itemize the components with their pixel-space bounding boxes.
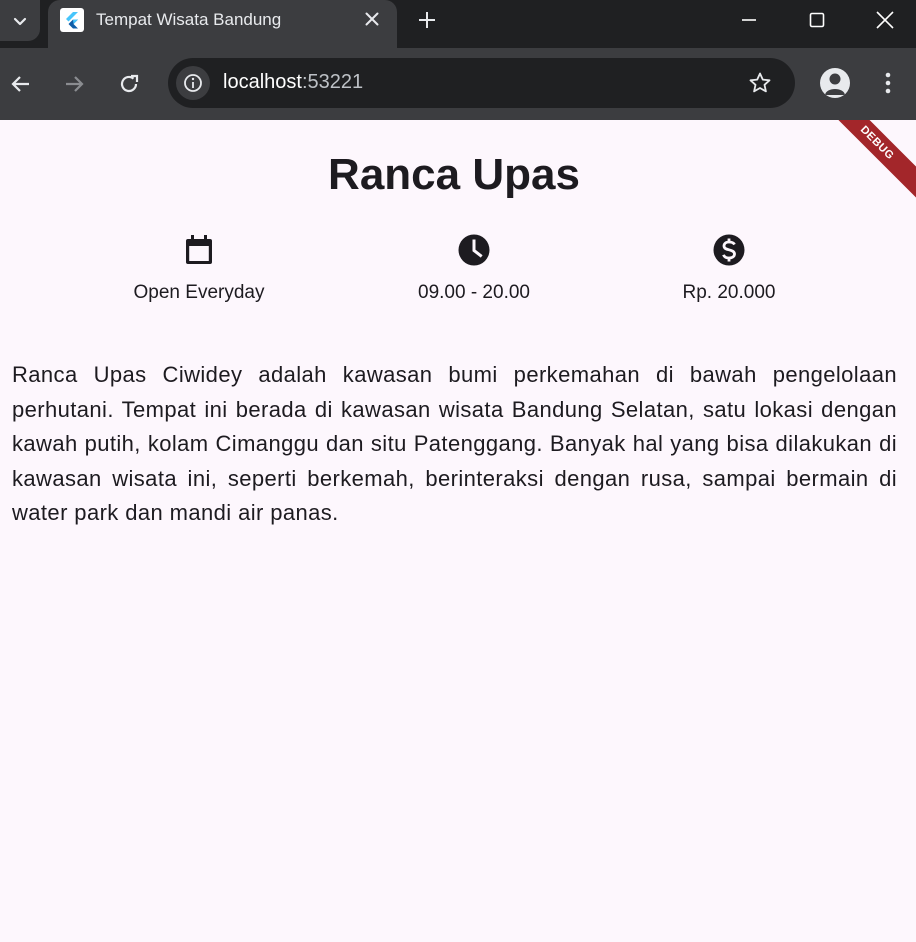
new-tab-button[interactable] bbox=[414, 7, 440, 33]
reload-icon bbox=[120, 74, 139, 93]
close-icon bbox=[876, 11, 894, 29]
back-button[interactable] bbox=[3, 66, 39, 102]
arrow-left-icon bbox=[11, 76, 29, 92]
browser-menu-icon[interactable] bbox=[874, 68, 902, 98]
maximize-button[interactable] bbox=[784, 0, 850, 40]
maximize-icon bbox=[809, 12, 825, 28]
info-opening-hours-label: 09.00 - 20.00 bbox=[418, 282, 530, 303]
info-open-days-label: Open Everyday bbox=[133, 282, 265, 303]
forward-button[interactable] bbox=[56, 66, 92, 102]
close-window-button[interactable] bbox=[852, 0, 916, 40]
minimize-icon bbox=[742, 19, 756, 21]
info-opening-hours: 09.00 - 20.00 bbox=[344, 232, 604, 304]
arrow-right-icon bbox=[66, 76, 84, 92]
clock-icon bbox=[458, 234, 490, 266]
tab-close-icon[interactable] bbox=[361, 8, 383, 30]
browser-tab-active[interactable]: Tempat Wisata Bandung bbox=[48, 0, 397, 48]
url-host: localhost bbox=[223, 71, 302, 93]
plus-icon bbox=[419, 12, 435, 28]
flutter-logo-icon bbox=[60, 8, 84, 32]
dollar-icon bbox=[713, 234, 745, 266]
place-description: Ranca Upas Ciwidey adalah kawasan bumi p… bbox=[12, 362, 897, 525]
address-bar[interactable]: localhost:53221 bbox=[168, 58, 795, 108]
tab-search-button[interactable] bbox=[0, 0, 40, 41]
browser-toolbar: localhost:53221 bbox=[0, 48, 916, 120]
minimize-button[interactable] bbox=[716, 0, 782, 40]
app-page: Ranca Upas Open Everyday 09.00 - 20.00 R… bbox=[0, 120, 916, 942]
url-port: :53221 bbox=[301, 71, 364, 93]
info-open-days: Open Everyday bbox=[69, 232, 329, 304]
calendar-icon bbox=[186, 235, 212, 264]
browser-tab-bar: Tempat Wisata Bandung bbox=[0, 0, 916, 48]
page-title: Ranca Upas bbox=[328, 150, 580, 199]
info-ticket-price: Rp. 20.000 bbox=[599, 232, 859, 304]
chevron-down-icon bbox=[13, 17, 27, 25]
url-text: localhost:53221 bbox=[223, 71, 363, 94]
bookmark-star-icon[interactable] bbox=[747, 70, 773, 96]
tab-title: Tempat Wisata Bandung bbox=[96, 10, 282, 29]
profile-avatar-icon[interactable] bbox=[820, 68, 850, 98]
reload-button[interactable] bbox=[111, 66, 147, 102]
site-info-icon[interactable] bbox=[176, 66, 210, 100]
info-ticket-price-label: Rp. 20.000 bbox=[682, 282, 776, 303]
